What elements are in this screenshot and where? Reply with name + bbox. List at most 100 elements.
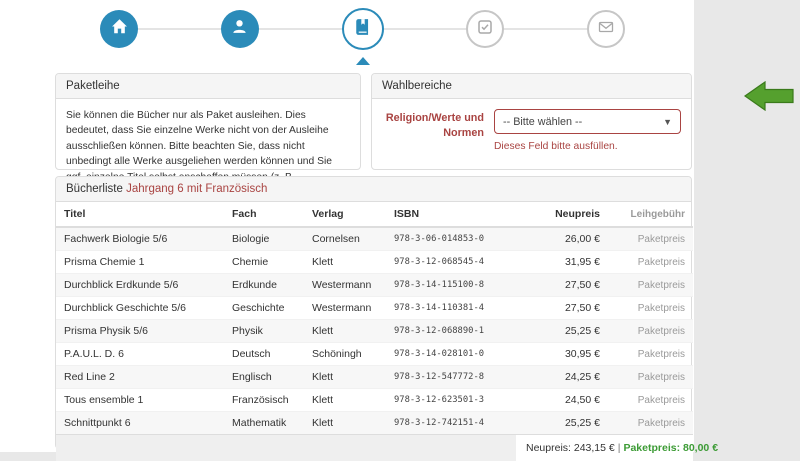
cell-leihgebuehr: Paketpreis: [608, 366, 693, 389]
buecherliste-subtitle: Jahrgang 6 mit Französisch: [126, 183, 267, 195]
cell-verlag: Klett: [304, 389, 386, 412]
cell-fach: Englisch: [224, 366, 304, 389]
cell-neupreis: 25,25 €: [516, 412, 608, 435]
buecherliste-title: Bücherliste Jahrgang 6 mit Französisch: [56, 177, 691, 202]
cell-leihgebuehr: Paketpreis: [608, 274, 693, 297]
col-fach: Fach: [224, 202, 304, 227]
cell-isbn: 978-3-12-547772-8: [386, 366, 516, 389]
step-home[interactable]: [100, 10, 138, 48]
cell-fach: Chemie: [224, 251, 304, 274]
cell-titel: Prisma Chemie 1: [56, 251, 224, 274]
totals-cell: Neupreis: 243,15 €|Paketpreis: 80,00 €: [516, 435, 693, 461]
cell-neupreis: 24,25 €: [516, 366, 608, 389]
cell-titel: P.A.U.L. D. 6: [56, 343, 224, 366]
step-user[interactable]: [221, 10, 259, 48]
cell-titel: Red Line 2: [56, 366, 224, 389]
col-titel: Titel: [56, 202, 224, 227]
table-header-row: Titel Fach Verlag ISBN Neupreis Leihgebü…: [56, 202, 693, 227]
cell-fach: Mathematik: [224, 412, 304, 435]
cell-neupreis: 27,50 €: [516, 297, 608, 320]
check-square-icon: [477, 19, 493, 40]
cell-titel: Durchblick Geschichte 5/6: [56, 297, 224, 320]
cell-verlag: Schöningh: [304, 343, 386, 366]
cell-neupreis: 30,95 €: [516, 343, 608, 366]
buecherliste-title-text: Bücherliste: [66, 183, 123, 195]
buecherliste-table: Titel Fach Verlag ISBN Neupreis Leihgebü…: [56, 202, 693, 461]
cell-leihgebuehr: Paketpreis: [608, 343, 693, 366]
col-neupreis: Neupreis: [516, 202, 608, 227]
totals-row: Neupreis: 243,15 €|Paketpreis: 80,00 €: [56, 435, 693, 461]
cell-leihgebuehr: Paketpreis: [608, 297, 693, 320]
religion-field-label: Religion/Werte und Normen: [382, 109, 484, 152]
home-icon: [111, 18, 128, 40]
wizard-stepper: [100, 8, 625, 68]
buecherliste-panel: Bücherliste Jahrgang 6 mit Französisch T…: [55, 176, 692, 449]
religion-field-error: Dieses Feld bitte ausfüllen.: [494, 141, 681, 152]
cell-isbn: 978-3-12-742151-4: [386, 412, 516, 435]
cell-fach: Deutsch: [224, 343, 304, 366]
table-row: P.A.U.L. D. 6 Deutsch Schöningh 978-3-14…: [56, 343, 693, 366]
paketpreis-total: Paketpreis: 80,00 €: [623, 442, 718, 454]
wahlbereiche-title: Wahlbereiche: [372, 74, 691, 99]
cell-isbn: 978-3-12-068545-4: [386, 251, 516, 274]
cell-leihgebuehr: Paketpreis: [608, 251, 693, 274]
cell-titel: Schnittpunkt 6: [56, 412, 224, 435]
col-verlag: Verlag: [304, 202, 386, 227]
col-leihgebuehr: Leihgebühr: [608, 202, 693, 227]
table-row: Prisma Chemie 1 Chemie Klett 978-3-12-06…: [56, 251, 693, 274]
user-icon: [231, 18, 248, 40]
cell-isbn: 978-3-06-014853-0: [386, 227, 516, 251]
wahlbereiche-panel: Wahlbereiche Religion/Werte und Normen -…: [371, 73, 692, 170]
neupreis-total: Neupreis: 243,15 €: [526, 442, 615, 454]
cell-verlag: Klett: [304, 251, 386, 274]
active-step-caret: [356, 57, 370, 65]
cell-neupreis: 27,50 €: [516, 274, 608, 297]
table-row: Durchblick Geschichte 5/6 Geschichte Wes…: [56, 297, 693, 320]
cell-titel: Tous ensemble 1: [56, 389, 224, 412]
table-row: Schnittpunkt 6 Mathematik Klett 978-3-12…: [56, 412, 693, 435]
religion-select[interactable]: -- Bitte wählen -- ▼: [494, 109, 681, 134]
cell-verlag: Westermann: [304, 297, 386, 320]
col-isbn: ISBN: [386, 202, 516, 227]
table-row: Prisma Physik 5/6 Physik Klett 978-3-12-…: [56, 320, 693, 343]
paketleihe-title: Paketleihe: [56, 74, 360, 99]
cell-neupreis: 24,50 €: [516, 389, 608, 412]
religion-select-value: -- Bitte wählen --: [503, 116, 582, 128]
mail-icon: [598, 19, 614, 40]
cell-leihgebuehr: Paketpreis: [608, 320, 693, 343]
table-row: Red Line 2 Englisch Klett 978-3-12-54777…: [56, 366, 693, 389]
cell-isbn: 978-3-12-068890-1: [386, 320, 516, 343]
cell-leihgebuehr: Paketpreis: [608, 389, 693, 412]
step-mail[interactable]: [587, 10, 625, 48]
chevron-down-icon: ▼: [663, 117, 672, 127]
cell-isbn: 978-3-12-623501-3: [386, 389, 516, 412]
cell-fach: Französisch: [224, 389, 304, 412]
cell-titel: Durchblick Erdkunde 5/6: [56, 274, 224, 297]
cell-verlag: Klett: [304, 320, 386, 343]
cell-isbn: 978-3-14-028101-0: [386, 343, 516, 366]
cell-neupreis: 25,25 €: [516, 320, 608, 343]
annotation-arrow-left-icon: [744, 81, 794, 116]
cell-titel: Fachwerk Biologie 5/6: [56, 227, 224, 251]
totals-spacer: [56, 435, 516, 461]
cell-verlag: Klett: [304, 366, 386, 389]
cell-leihgebuehr: Paketpreis: [608, 412, 693, 435]
paketleihe-panel: Paketleihe Sie können die Bücher nur als…: [55, 73, 361, 170]
content-page: Paketleihe Sie können die Bücher nur als…: [0, 0, 694, 452]
cell-neupreis: 31,95 €: [516, 251, 608, 274]
cell-titel: Prisma Physik 5/6: [56, 320, 224, 343]
cell-neupreis: 26,00 €: [516, 227, 608, 251]
step-books[interactable]: [342, 8, 384, 50]
cell-verlag: Klett: [304, 412, 386, 435]
cell-fach: Physik: [224, 320, 304, 343]
book-icon: [354, 18, 372, 41]
step-confirm[interactable]: [466, 10, 504, 48]
cell-isbn: 978-3-14-110381-4: [386, 297, 516, 320]
cell-fach: Geschichte: [224, 297, 304, 320]
table-row: Fachwerk Biologie 5/6 Biologie Cornelsen…: [56, 227, 693, 251]
cell-verlag: Cornelsen: [304, 227, 386, 251]
cell-fach: Biologie: [224, 227, 304, 251]
table-row: Durchblick Erdkunde 5/6 Erdkunde Westerm…: [56, 274, 693, 297]
cell-verlag: Westermann: [304, 274, 386, 297]
cell-isbn: 978-3-14-115100-8: [386, 274, 516, 297]
